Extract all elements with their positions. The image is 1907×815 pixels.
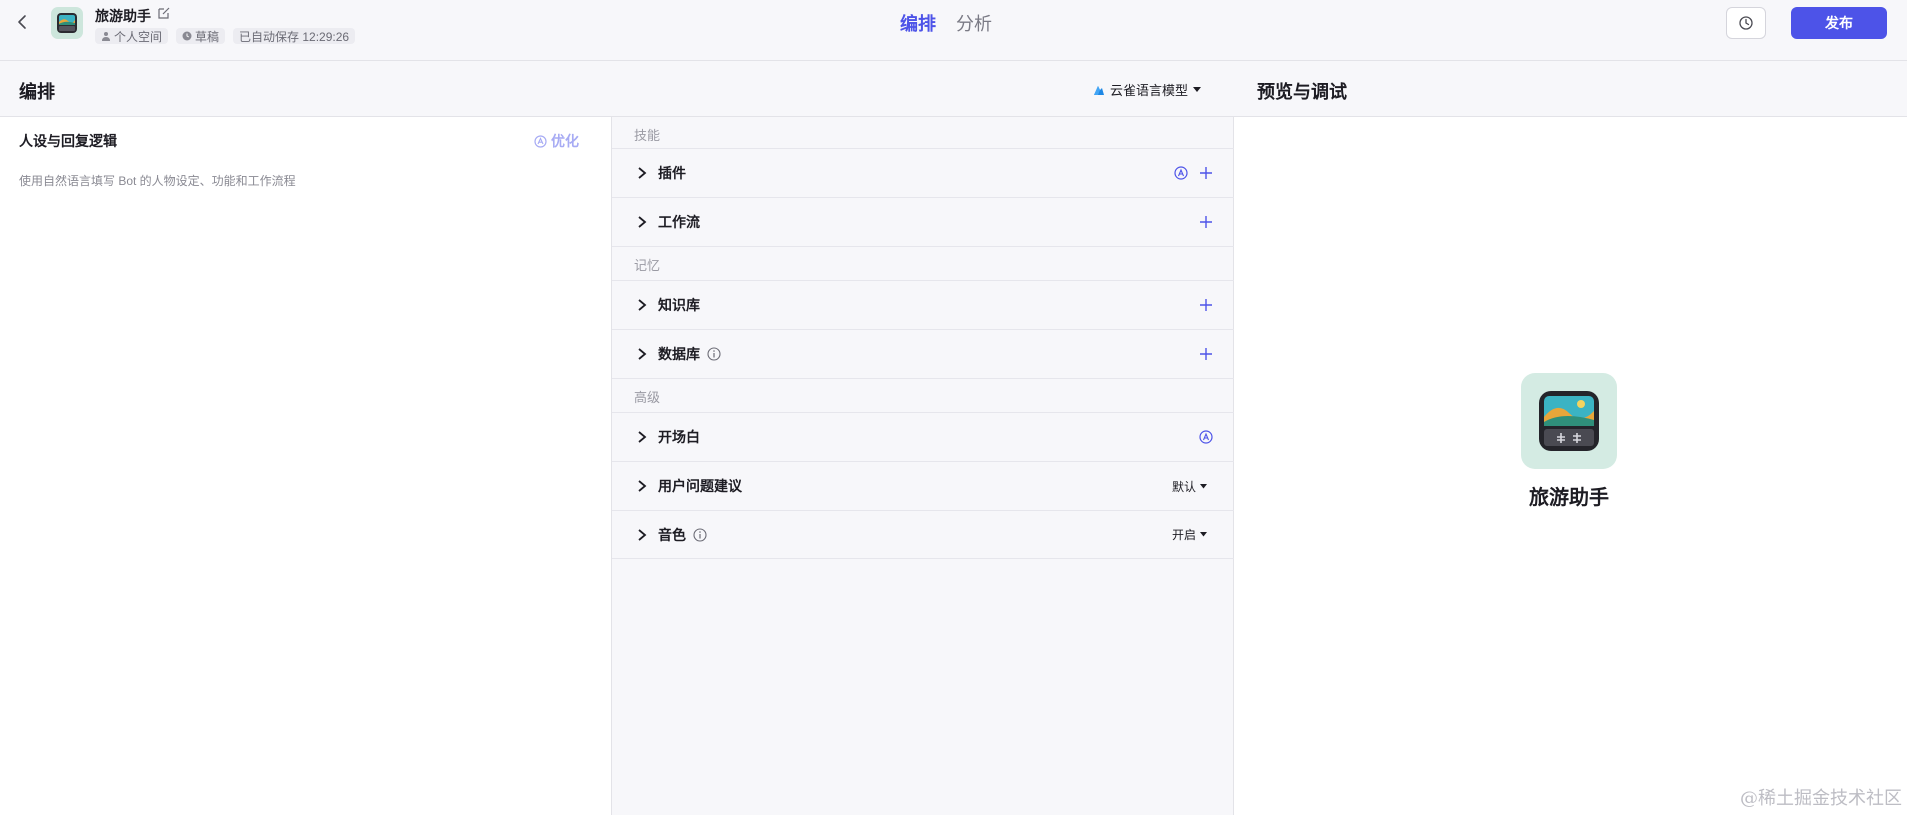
edit-icon[interactable] — [157, 6, 171, 20]
caret-down-icon — [1193, 86, 1202, 92]
clock-icon — [182, 31, 192, 41]
top-bar: 旅游助手 个人空间 草稿 已自动保存 12:29:26 编排 分析 发布 — [0, 0, 1907, 61]
auto-icon — [534, 134, 547, 148]
editor-header: 编排 云雀语言模型 — [0, 61, 1234, 117]
plus-icon[interactable] — [1198, 297, 1214, 313]
user-icon — [102, 32, 110, 41]
preview-title: 预览与调试 — [1257, 82, 1347, 102]
watermark: @稀土掘金技术社区 — [1740, 788, 1902, 809]
space-badge: 个人空间 — [95, 28, 169, 44]
voice-value: 开启 — [1172, 528, 1197, 542]
auto-icon[interactable] — [1199, 430, 1213, 444]
chevron-right-icon — [638, 480, 647, 492]
plus-icon[interactable] — [1198, 346, 1214, 362]
bot-avatar-large — [1521, 373, 1617, 469]
bot-name: 旅游助手 — [95, 8, 151, 24]
status-label: 草稿 — [195, 29, 220, 44]
row-voice[interactable]: 音色 开启 — [612, 510, 1234, 559]
row-workflow-label: 工作流 — [658, 214, 700, 230]
row-suggestions[interactable]: 用户问题建议 默认 — [612, 461, 1234, 510]
skills-panel: 技能 插件 工作流 记忆 知识库 数据库 高级 开场白 用户问题建议 默认 音色… — [612, 117, 1234, 815]
chevron-right-icon — [638, 348, 647, 360]
model-name: 云雀语言模型 — [1110, 83, 1189, 98]
space-label: 个人空间 — [114, 29, 163, 44]
row-opening[interactable]: 开场白 — [612, 412, 1234, 461]
info-icon[interactable] — [707, 347, 721, 361]
editor-title: 编排 — [19, 82, 55, 102]
history-button[interactable] — [1726, 7, 1766, 39]
suggestions-select[interactable]: 默认 — [1172, 478, 1208, 495]
optimize-button[interactable]: 优化 — [534, 131, 579, 151]
row-plugins[interactable]: 插件 — [612, 148, 1234, 197]
chevron-right-icon — [638, 431, 647, 443]
row-database[interactable]: 数据库 — [612, 329, 1234, 378]
section-label-advanced: 高级 — [634, 390, 661, 405]
plus-icon[interactable] — [1198, 165, 1214, 181]
caret-down-icon — [1200, 532, 1208, 537]
persona-input[interactable]: 使用自然语言填写 Bot 的人物设定、功能和工作流程 — [19, 172, 296, 189]
preview-header: 预览与调试 — [1234, 61, 1907, 117]
status-badge: 草稿 — [176, 28, 226, 44]
optimize-label: 优化 — [551, 133, 579, 149]
chevron-right-icon — [638, 216, 647, 228]
row-suggestions-label: 用户问题建议 — [658, 478, 742, 494]
persona-panel: 人设与回复逻辑 优化 使用自然语言填写 Bot 的人物设定、功能和工作流程 — [0, 117, 612, 815]
chevron-right-icon — [638, 167, 647, 179]
persona-title: 人设与回复逻辑 — [19, 133, 117, 149]
row-knowledge-label: 知识库 — [658, 297, 700, 313]
voice-select[interactable]: 开启 — [1172, 526, 1208, 543]
tab-arrange[interactable]: 编排 — [900, 10, 936, 36]
row-knowledge[interactable]: 知识库 — [612, 280, 1234, 329]
autosave-label: 已自动保存 12:29:26 — [239, 29, 350, 44]
publish-button[interactable]: 发布 — [1791, 7, 1887, 39]
section-label-skills: 技能 — [634, 128, 661, 143]
section-label-memory: 记忆 — [634, 258, 661, 273]
section-divider-advanced: 高级 — [612, 378, 1234, 412]
row-opening-label: 开场白 — [658, 429, 700, 445]
model-select[interactable]: 云雀语言模型 — [1093, 80, 1202, 99]
chevron-left-icon — [18, 15, 26, 29]
row-workflow[interactable]: 工作流 — [612, 197, 1234, 246]
row-database-label: 数据库 — [658, 346, 700, 362]
bot-avatar-icon — [1539, 391, 1599, 451]
caret-down-icon — [1200, 483, 1208, 488]
model-logo-icon — [1094, 85, 1104, 95]
bot-avatar-icon — [57, 13, 77, 33]
info-icon[interactable] — [693, 528, 707, 542]
plus-icon[interactable] — [1198, 214, 1214, 230]
auto-icon[interactable] — [1174, 166, 1188, 180]
back-button[interactable] — [12, 12, 32, 32]
history-icon — [1739, 16, 1753, 30]
preview-panel: 旅游助手 — [1234, 117, 1907, 815]
row-voice-label: 音色 — [658, 526, 686, 543]
main-tabs: 编排 分析 — [900, 10, 992, 36]
preview-bot-name: 旅游助手 — [1529, 487, 1609, 509]
bot-meta: 个人空间 草稿 已自动保存 12:29:26 — [95, 28, 356, 44]
tab-analytics[interactable]: 分析 — [956, 10, 992, 36]
section-divider-memory: 记忆 — [612, 246, 1234, 280]
chevron-right-icon — [638, 529, 647, 541]
bot-avatar-small — [51, 7, 83, 39]
row-plugins-label: 插件 — [658, 165, 686, 181]
chevron-right-icon — [638, 299, 647, 311]
suggestions-value: 默认 — [1172, 479, 1197, 494]
autosave-badge: 已自动保存 12:29:26 — [233, 28, 356, 44]
